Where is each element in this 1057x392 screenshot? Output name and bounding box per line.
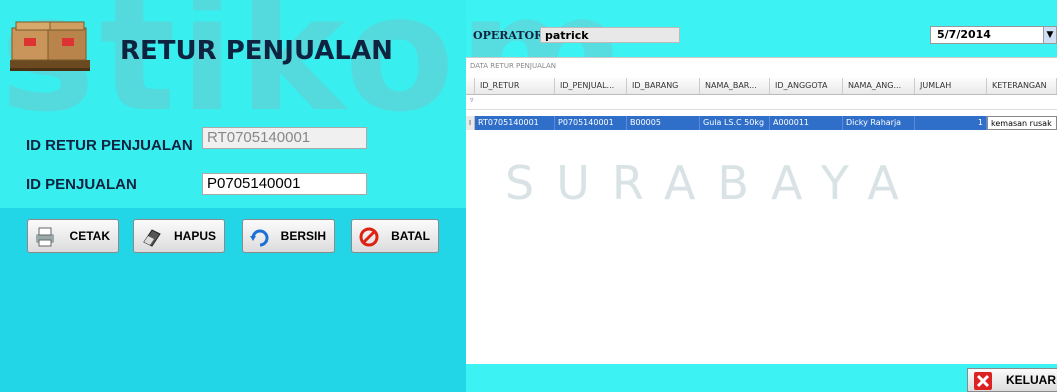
hapus-label: HAPUS <box>173 229 216 243</box>
col-id-retur[interactable]: ID_RETUR <box>475 78 555 94</box>
operator-field: patrick <box>540 27 680 43</box>
bersih-label: BERSIH <box>280 229 326 243</box>
keluar-label: KELUAR <box>1006 373 1056 387</box>
row-header-corner <box>466 78 475 94</box>
row-selector[interactable]: I <box>466 116 475 130</box>
cetak-button[interactable]: CETAK <box>27 219 119 253</box>
page-title: RETUR PENJUALAN <box>120 36 393 66</box>
grid-caption: DATA RETUR PENJUALAN <box>470 62 556 70</box>
cell-nama-barang[interactable]: Gula LS.C 50kg <box>700 116 770 130</box>
hapus-button[interactable]: HAPUS <box>133 219 225 253</box>
col-keterangan[interactable]: KETERANGAN <box>987 78 1057 94</box>
operator-label: OPERATOR <box>473 29 544 42</box>
cell-id-retur[interactable]: RT0705140001 <box>475 116 555 130</box>
id-penjualan-label: ID PENJUALAN <box>26 176 137 193</box>
printer-icon <box>36 227 54 247</box>
grid-header: ID_RETUR ID_PENJUAL... ID_BARANG NAMA_BA… <box>466 78 1057 95</box>
col-id-anggota[interactable]: ID_ANGGOTA <box>770 78 843 94</box>
cell-id-barang[interactable]: B00005 <box>627 116 700 130</box>
id-retur-label: ID RETUR PENJUALAN <box>26 137 193 154</box>
eraser-icon <box>143 229 161 247</box>
col-id-penjualan[interactable]: ID_PENJUAL... <box>555 78 627 94</box>
grid-filter-row[interactable]: ▿ <box>466 95 1057 110</box>
boxes-logo-icon <box>10 21 90 71</box>
cetak-label: CETAK <box>69 229 110 243</box>
cell-jumlah[interactable]: 1 <box>915 116 987 130</box>
table-row[interactable]: I RT0705140001 P0705140001 B00005 Gula L… <box>466 116 1057 130</box>
col-nama-barang[interactable]: NAMA_BAR... <box>700 78 770 94</box>
cell-keterangan[interactable]: kemasan rusak <box>987 116 1057 130</box>
cell-nama-anggota[interactable]: Dicky Raharja <box>843 116 915 130</box>
keluar-button[interactable]: KELUAR <box>967 368 1057 392</box>
date-value: 5/7/2014 <box>937 28 991 41</box>
refresh-icon <box>250 229 269 247</box>
date-picker[interactable]: 5/7/2014 ▼ <box>930 26 1057 44</box>
close-icon <box>974 372 992 390</box>
filter-icon[interactable]: ▿ <box>470 96 474 104</box>
cancel-icon <box>359 227 379 247</box>
id-retur-field[interactable]: RT0705140001 <box>202 127 367 149</box>
col-jumlah[interactable]: JUMLAH <box>915 78 987 94</box>
batal-button[interactable]: BATAL <box>351 219 439 253</box>
cell-id-anggota[interactable]: A000011 <box>770 116 843 130</box>
chevron-down-icon[interactable]: ▼ <box>1043 27 1056 43</box>
col-id-barang[interactable]: ID_BARANG <box>627 78 700 94</box>
col-nama-anggota[interactable]: NAMA_ANG... <box>843 78 915 94</box>
id-penjualan-field[interactable]: P0705140001 <box>202 173 367 195</box>
cell-id-penjualan[interactable]: P0705140001 <box>555 116 627 130</box>
batal-label: BATAL <box>391 229 430 243</box>
retur-data-grid[interactable]: DATA RETUR PENJUALAN ID_RETUR ID_PENJUAL… <box>466 57 1057 364</box>
bersih-button[interactable]: BERSIH <box>242 219 335 253</box>
